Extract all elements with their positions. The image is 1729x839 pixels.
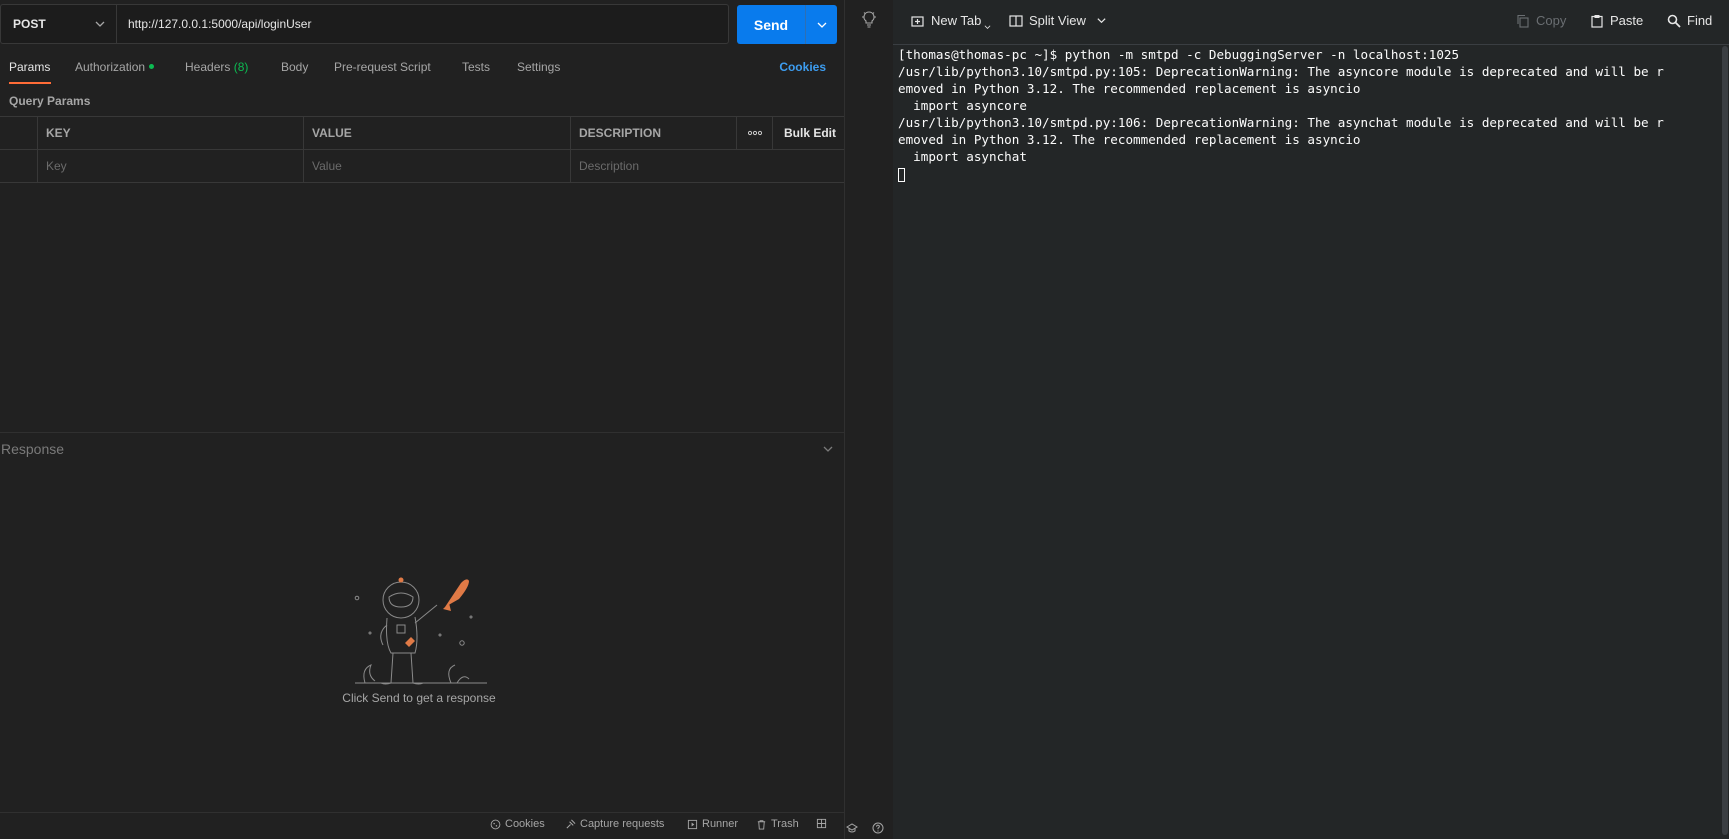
capture-icon: [566, 819, 576, 829]
tab-label: Settings: [517, 60, 561, 74]
statusbar-capture-requests[interactable]: Capture requests: [565, 818, 664, 830]
find-label: Find: [1687, 13, 1713, 28]
statusbar-runner[interactable]: Runner: [687, 818, 738, 830]
tab-label: Headers: [185, 60, 231, 74]
copy-button[interactable]: Copy: [1516, 13, 1566, 28]
side-gutter: [845, 0, 893, 839]
auth-status-dot: [149, 64, 155, 70]
copy-icon: [1517, 14, 1529, 28]
key-input[interactable]: Key: [38, 150, 303, 182]
terminal-line: import asynchat: [898, 149, 1027, 164]
statusbar-trash[interactable]: Trash: [756, 818, 799, 830]
terminal-scrollbar[interactable]: [1722, 46, 1728, 835]
terminal-line: emoved in Python 3.12. The recommended r…: [898, 132, 1361, 147]
tab-label: Tests: [462, 60, 491, 74]
cookie-icon: [490, 819, 501, 829]
more-options-icon[interactable]: [738, 117, 772, 149]
column-header-key: KEY: [46, 126, 71, 140]
split-view-icon: [1009, 14, 1023, 27]
new-tab-label: New Tab: [931, 13, 982, 28]
params-header-row: KEY VALUE DESCRIPTION Bulk Edit: [0, 116, 844, 149]
tab-tests[interactable]: Tests: [462, 60, 490, 74]
query-params-title: Query Params: [9, 94, 91, 108]
response-divider[interactable]: [0, 432, 844, 433]
bulk-edit-button[interactable]: Bulk Edit: [776, 117, 836, 149]
terminal-toolbar: New Tab Split View Copy Paste Find: [893, 0, 1729, 44]
method-select[interactable]: POST: [0, 4, 116, 44]
chevron-down-icon: [984, 25, 991, 29]
lightbulb-icon[interactable]: [861, 10, 877, 28]
find-button[interactable]: Find: [1667, 13, 1712, 28]
response-title: Response: [1, 441, 65, 457]
chevron-down-icon: [95, 21, 105, 27]
tab-body[interactable]: Body: [281, 60, 308, 74]
tab-authorization[interactable]: Authorization: [75, 60, 155, 74]
send-button[interactable]: Send: [737, 5, 805, 44]
text-cursor: [898, 167, 905, 182]
search-icon: [1667, 14, 1681, 28]
params-table: KEY VALUE DESCRIPTION Bulk Edit Key Valu…: [0, 116, 844, 183]
request-pane: POST http://127.0.0.1:5000/api/loginUser…: [0, 0, 844, 839]
active-tab-indicator: [9, 82, 51, 84]
terminal-line: [thomas@thomas-pc ~]$ python -m smtpd -c…: [898, 47, 1460, 62]
help-icon[interactable]: [872, 822, 884, 834]
trash-icon: [757, 819, 766, 830]
statusbar-label: Capture requests: [580, 818, 665, 830]
empty-response-message: Click Send to get a response: [342, 691, 496, 705]
method-label: POST: [13, 17, 46, 31]
url-text: http://127.0.0.1:5000/api/loginUser: [128, 17, 312, 31]
new-tab-icon: [911, 15, 924, 27]
description-input[interactable]: Description: [571, 150, 844, 182]
statusbar-label: Trash: [771, 818, 799, 830]
tab-label: Authorization: [75, 60, 146, 74]
cookies-link[interactable]: Cookies: [779, 60, 826, 74]
tab-label: Body: [281, 60, 309, 74]
astronaut-illustration: [354, 577, 487, 685]
split-view-button[interactable]: Split View: [1009, 13, 1107, 28]
runner-icon: [687, 819, 698, 829]
statusbar-label: Cookies: [505, 818, 545, 830]
bootcamp-icon[interactable]: [846, 822, 858, 834]
statusbar-cookies[interactable]: Cookies: [490, 818, 545, 830]
terminal-line: /usr/lib/python3.10/smtpd.py:106: Deprec…: [898, 115, 1664, 130]
params-empty-row: Key Value Description: [0, 149, 844, 183]
copy-label: Copy: [1536, 13, 1567, 28]
toolbar-divider: [893, 44, 1729, 45]
tab-label: Params: [9, 60, 51, 74]
url-input[interactable]: http://127.0.0.1:5000/api/loginUser: [116, 4, 729, 44]
terminal-output[interactable]: [thomas@thomas-pc ~]$ python -m smtpd -c…: [898, 46, 1708, 182]
new-tab-button[interactable]: New Tab: [911, 13, 994, 29]
chevron-down-icon[interactable]: [822, 443, 834, 455]
paste-button[interactable]: Paste: [1590, 13, 1643, 28]
terminal-line: emoved in Python 3.12. The recommended r…: [898, 81, 1361, 96]
terminal-line: import asyncore: [898, 98, 1027, 113]
tab-pre-request-script[interactable]: Pre-request Script: [334, 60, 431, 74]
value-input[interactable]: Value: [304, 150, 570, 182]
tab-params[interactable]: Params: [9, 60, 50, 74]
split-view-label: Split View: [1029, 13, 1086, 28]
paste-icon: [1591, 14, 1603, 28]
send-options-button[interactable]: [806, 5, 837, 44]
headers-count: (8): [233, 60, 249, 74]
tab-label: Pre-request Script: [334, 60, 431, 74]
tab-headers[interactable]: Headers (8): [185, 60, 248, 74]
paste-label: Paste: [1610, 13, 1644, 28]
column-header-description: DESCRIPTION: [579, 126, 662, 140]
terminal-line: /usr/lib/python3.10/smtpd.py:105: Deprec…: [898, 64, 1664, 79]
statusbar-divider: [0, 812, 844, 813]
layout-icon[interactable]: [816, 818, 827, 829]
column-header-value: VALUE: [312, 126, 352, 140]
tab-settings[interactable]: Settings: [517, 60, 560, 74]
terminal-window: New Tab Split View Copy Paste Find [thom…: [893, 0, 1729, 839]
chevron-down-icon: [817, 22, 826, 28]
request-tabs: Params Authorization Headers (8) Body Pr…: [0, 52, 844, 84]
chevron-down-icon: [1097, 18, 1106, 24]
statusbar-label: Runner: [702, 818, 739, 830]
